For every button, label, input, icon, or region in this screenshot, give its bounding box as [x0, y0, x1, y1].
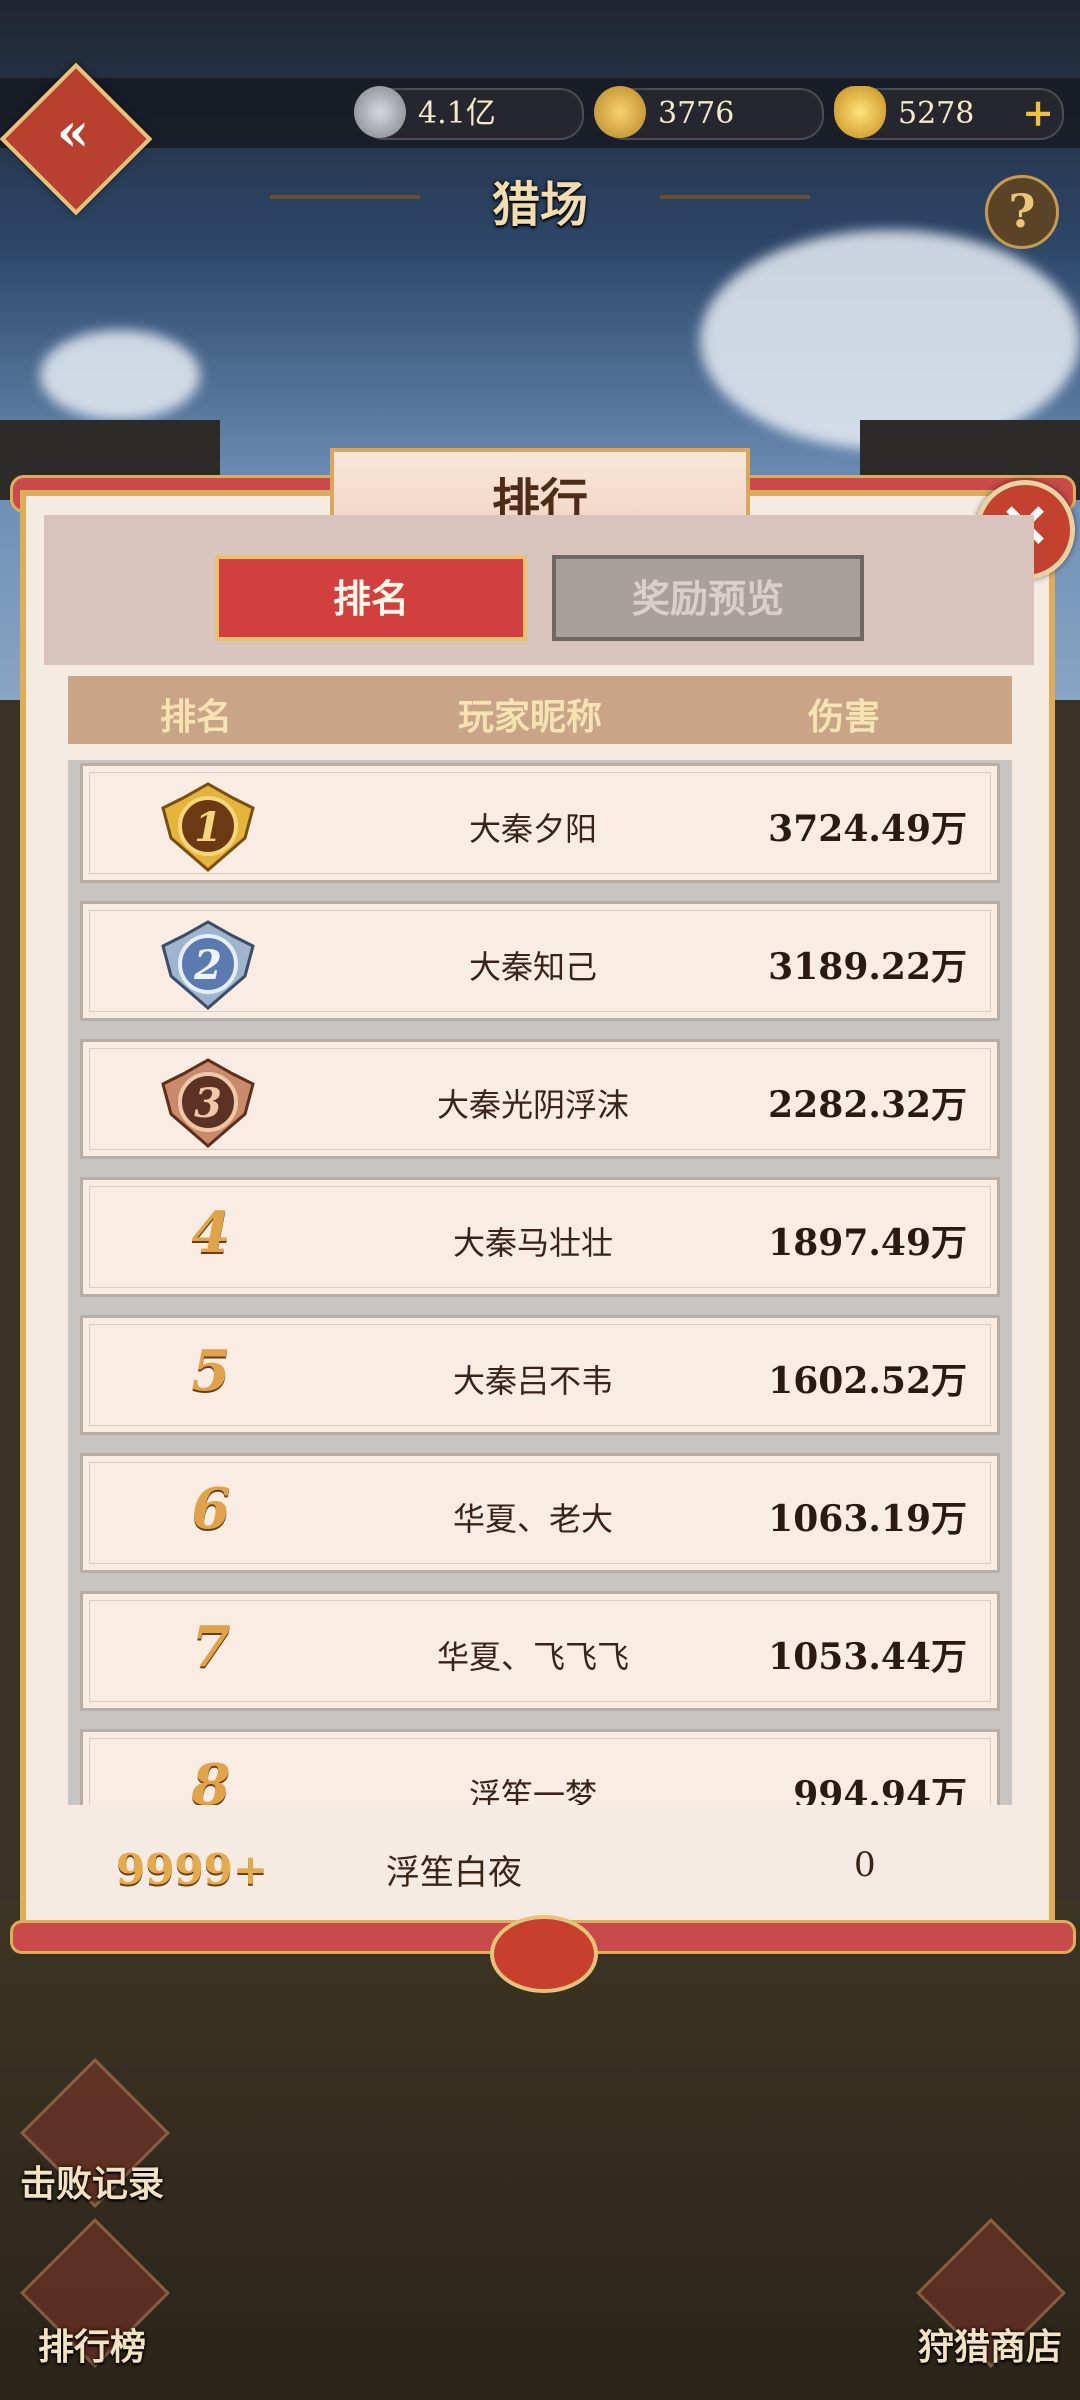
my-player-name: 浮笙白夜: [386, 1853, 522, 1893]
defeat-record-button[interactable]: 击败记录: [20, 2155, 164, 2207]
silver-coin-icon: [354, 86, 406, 138]
column-name-label: 玩家昵称: [458, 696, 603, 738]
rank-number: 5: [191, 1338, 231, 1404]
player-name: 华夏、飞飞飞: [436, 1638, 629, 1676]
ranking-list[interactable]: 1 大秦夕阳 3724.49万 2 大秦知己 3189.22万 3 大秦光阴浮沫…: [68, 760, 1012, 1805]
damage-value: 2282.32万: [768, 1084, 967, 1126]
hunt-shop-button[interactable]: 狩猎商店: [918, 2318, 1062, 2370]
gold-medal-icon: 1: [153, 778, 263, 874]
gold-ingot-icon: [834, 86, 886, 138]
currency-gold-value: 5278: [898, 96, 975, 131]
damage-value: 1897.49万: [768, 1222, 967, 1264]
column-header: 排名 玩家昵称 伤害: [68, 676, 1012, 744]
currency-silver: 4.1亿: [354, 86, 584, 140]
table-row: 7 华夏、飞飞飞 1053.44万: [80, 1591, 1000, 1711]
medal-rank-3: 3: [194, 1080, 222, 1127]
silver-medal-icon: 2: [153, 916, 263, 1012]
player-name: 大秦吕不韦: [452, 1362, 613, 1400]
my-rank: 9999+: [116, 1845, 269, 1894]
player-name: 大秦光阴浮沫: [436, 1086, 629, 1124]
player-name: 华夏、老大: [452, 1500, 613, 1538]
tab-reward-preview[interactable]: 奖励预览: [552, 555, 864, 641]
damage-value: 1063.19万: [768, 1498, 967, 1540]
rank-number: 4: [191, 1200, 231, 1266]
copper-coin-icon: [594, 86, 646, 138]
help-button[interactable]: ?: [985, 175, 1059, 249]
table-row: 8 浮笙一梦 994.94万: [80, 1729, 1000, 1805]
currency-silver-value: 4.1亿: [418, 96, 496, 131]
rank-number: 6: [191, 1476, 231, 1542]
damage-value: 1053.44万: [768, 1636, 967, 1678]
table-row: 1 大秦夕阳 3724.49万: [80, 763, 1000, 883]
damage-value: 3724.49万: [768, 808, 967, 850]
add-gold-button[interactable]: +: [1020, 94, 1056, 132]
table-row: 4 大秦马壮壮 1897.49万: [80, 1177, 1000, 1297]
tabs-area: [44, 515, 1034, 665]
background-cloud: [700, 230, 1080, 450]
damage-value: 1602.52万: [768, 1360, 967, 1402]
table-row: 6 华夏、老大 1063.19万: [80, 1453, 1000, 1573]
page-title: 猎场: [491, 177, 588, 233]
tab-ranking[interactable]: 排名: [215, 555, 527, 641]
background-cloud: [40, 330, 200, 420]
damage-value: 3189.22万: [768, 946, 967, 988]
scroll-clasp-icon: [490, 1915, 598, 1993]
rank-number: 8: [191, 1752, 231, 1805]
rank-number: 7: [191, 1614, 231, 1680]
medal-rank-1: 1: [194, 804, 222, 851]
bronze-medal-icon: 3: [153, 1054, 263, 1150]
player-name: 大秦知己: [468, 948, 597, 986]
player-name: 浮笙一梦: [468, 1776, 597, 1805]
back-arrow-icon: «: [56, 102, 90, 163]
column-damage-label: 伤害: [808, 696, 881, 738]
currency-gold: 5278 +: [834, 86, 1064, 140]
player-name: 大秦夕阳: [468, 810, 597, 848]
damage-value: 994.94万: [793, 1774, 967, 1805]
leaderboard-button[interactable]: 排行榜: [38, 2318, 146, 2370]
title-divider-left: [270, 195, 420, 199]
table-row: 3 大秦光阴浮沫 2282.32万: [80, 1039, 1000, 1159]
player-name: 大秦马壮壮: [452, 1224, 613, 1262]
column-rank-label: 排名: [160, 696, 233, 738]
title-divider-right: [660, 195, 810, 199]
table-row: 5 大秦吕不韦 1602.52万: [80, 1315, 1000, 1435]
my-ranking-row: 9999+ 浮笙白夜 0: [44, 1815, 1034, 1915]
medal-rank-2: 2: [193, 942, 222, 989]
table-row: 2 大秦知己 3189.22万: [80, 901, 1000, 1021]
my-damage: 0: [854, 1845, 876, 1885]
currency-copper: 3776: [594, 86, 824, 140]
currency-copper-value: 3776: [658, 96, 735, 131]
